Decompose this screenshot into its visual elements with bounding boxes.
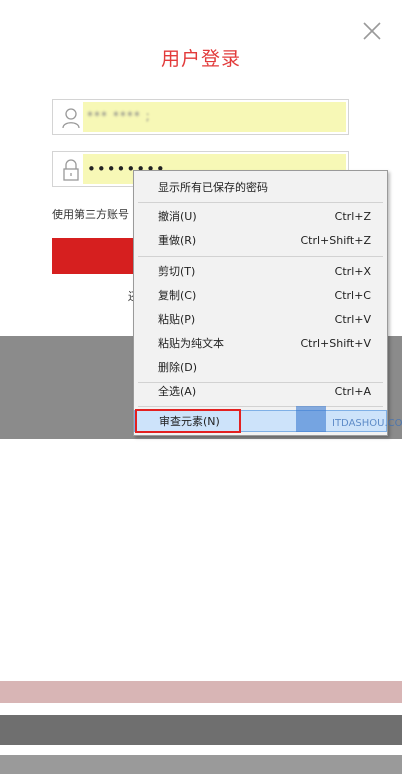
annotation-highlight-box [135,409,241,433]
dialog-title: 用户登录 [160,48,241,70]
menu-item-label: 删除(D) [158,361,198,374]
lock-icon [63,159,79,181]
menu-item-delete[interactable]: 删除(D) [134,357,387,379]
menu-item-copy[interactable]: 复制(C) Ctrl+C [134,285,387,307]
context-menu: 显示所有已保存的密码 撤消(U) Ctrl+Z 重做(R) Ctrl+Shift… [133,170,388,436]
menu-item-label: 重做(R) [158,234,197,247]
menu-item-paste-plain-text[interactable]: 粘贴为纯文本 Ctrl+Shift+V [134,333,387,355]
username-value: *** **** ; [87,109,151,123]
blurred-content [0,681,402,703]
username-input[interactable]: *** **** ; [83,102,346,132]
close-button[interactable] [361,20,383,42]
blurred-content [0,715,402,745]
menu-item-shortcut: Ctrl+V [334,313,371,326]
menu-item-label: 剪切(T) [158,265,196,278]
menu-separator [138,202,383,203]
menu-item-shortcut: Ctrl+Shift+V [300,337,371,350]
menu-item-redo[interactable]: 重做(R) Ctrl+Shift+Z [134,230,387,252]
menu-item-label: 全选(A) [158,385,197,398]
menu-item-label: 撤消(U) [158,210,197,223]
menu-item-show-saved-passwords[interactable]: 显示所有已保存的密码 [134,177,387,199]
menu-item-shortcut: Ctrl+Z [334,210,371,223]
close-icon [363,22,381,40]
menu-item-shortcut: Ctrl+X [334,265,371,278]
menu-item-paste[interactable]: 粘贴(P) Ctrl+V [134,309,387,331]
menu-item-undo[interactable]: 撤消(U) Ctrl+Z [134,206,387,228]
username-field[interactable]: *** **** ; [52,99,349,135]
watermark: ITDASHOU.COM [296,404,402,436]
menu-item-label: 粘贴为纯文本 [158,337,224,350]
menu-separator [138,256,383,257]
menu-item-shortcut: Ctrl+C [334,289,371,302]
menu-item-shortcut: Ctrl+Shift+Z [300,234,371,247]
user-icon [62,108,80,129]
menu-item-label: 粘贴(P) [158,313,196,326]
watermark-logo-icon [296,406,326,432]
menu-item-label: 显示所有已保存的密码 [158,181,268,194]
menu-item-label: 复制(C) [158,289,197,302]
menu-item-shortcut: Ctrl+A [334,385,371,398]
third-party-login-text[interactable]: 使用第三方账号 [52,206,129,222]
menu-item-cut[interactable]: 剪切(T) Ctrl+X [134,261,387,283]
watermark-text: ITDASHOU.COM [332,418,402,429]
menu-item-select-all[interactable]: 全选(A) Ctrl+A [134,381,387,403]
blurred-content [0,755,402,774]
